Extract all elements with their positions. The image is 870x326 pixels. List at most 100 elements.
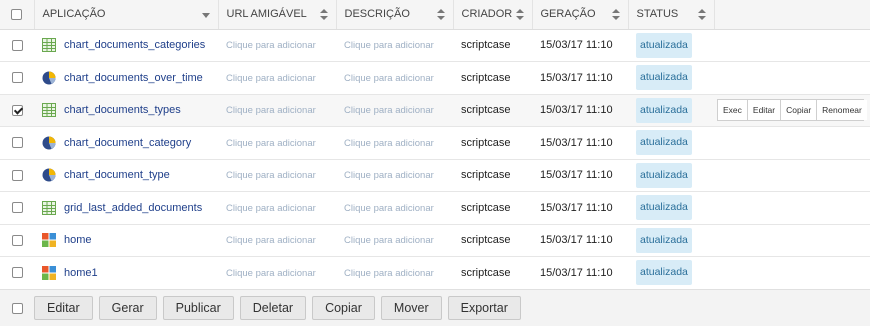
row-checkbox[interactable] — [11, 234, 23, 246]
row-select-cell — [0, 94, 34, 127]
gerar-button[interactable]: Gerar — [98, 296, 157, 320]
application-cell: home — [34, 224, 218, 257]
column-header-creator[interactable]: CRIADOR — [453, 0, 533, 30]
row-select-cell — [0, 61, 34, 95]
table-row[interactable]: home Clique para adicionar Clique para adi… — [0, 224, 870, 257]
status-cell: atualizada — [628, 61, 714, 95]
column-header-generation[interactable]: GERAÇÃO — [532, 0, 629, 30]
copiar-button[interactable]: Copiar — [312, 296, 375, 320]
application-name[interactable]: chart_document_category — [64, 137, 191, 149]
row-checkbox[interactable] — [11, 169, 23, 181]
description-add-link[interactable]: Clique para adicionar — [344, 170, 434, 181]
row-checkbox[interactable] — [11, 72, 23, 84]
deletar-button[interactable]: Deletar — [239, 296, 307, 320]
row-checkbox[interactable] — [11, 104, 23, 116]
status-cell: atualizada — [628, 191, 714, 225]
row-actions-cell — [714, 159, 870, 192]
url-add-link[interactable]: Clique para adicionar — [226, 170, 316, 181]
creator-cell: scriptcase — [453, 191, 532, 225]
description-add-link[interactable]: Clique para adicionar — [344, 105, 434, 116]
table-row[interactable]: home1 Clique para adicionar Clique para ad… — [0, 256, 870, 290]
editar-button[interactable]: Editar — [34, 296, 93, 320]
application-link[interactable]: chart_document_type — [42, 168, 210, 182]
row-action-copiar-button[interactable]: Copiar — [781, 100, 818, 121]
application-link[interactable]: chart_documents_categories — [42, 38, 210, 53]
url-add-link[interactable]: Clique para adicionar — [226, 138, 316, 149]
creator-value: scriptcase — [461, 266, 511, 279]
description-add-link[interactable]: Clique para adicionar — [344, 203, 434, 214]
url-cell: Clique para adicionar — [218, 61, 336, 95]
application-link[interactable]: chart_document_category — [42, 136, 210, 150]
application-link[interactable]: home1 — [42, 265, 210, 280]
chevron-down-icon[interactable] — [201, 13, 210, 18]
sort-icon[interactable] — [319, 9, 328, 21]
creator-value: scriptcase — [461, 201, 511, 214]
table-row[interactable]: chart_document_category Clique para adici… — [0, 126, 870, 160]
sort-icon[interactable] — [697, 9, 706, 21]
table-row[interactable]: chart_documents_types Clique para adicion… — [0, 94, 870, 127]
row-checkbox[interactable] — [11, 267, 23, 279]
column-header-application[interactable]: APLICAÇÃO — [34, 0, 219, 30]
application-name[interactable]: chart_documents_over_time — [64, 72, 203, 84]
status-cell: atualizada — [628, 224, 714, 257]
generation-date: 15/03/17 11:10 — [540, 71, 613, 84]
description-add-link[interactable]: Clique para adicionar — [344, 268, 434, 279]
sort-icon[interactable] — [515, 9, 524, 21]
url-add-link[interactable]: Clique para adicionar — [226, 203, 316, 214]
application-name[interactable]: chart_documents_categories — [64, 39, 205, 51]
creator-value: scriptcase — [461, 39, 511, 52]
publicar-button[interactable]: Publicar — [162, 296, 234, 320]
url-add-link[interactable]: Clique para adicionar — [226, 235, 316, 246]
footer-select-all-checkbox[interactable] — [11, 302, 23, 314]
applications-table: APLICAÇÃO URL AMIGÁVEL DESCRIÇÃO CRIADOR… — [0, 0, 870, 290]
column-header-description[interactable]: DESCRIÇÃO — [336, 0, 454, 30]
sort-icon[interactable] — [436, 9, 445, 21]
application-name[interactable]: chart_document_type — [64, 169, 170, 181]
table-row[interactable]: chart_documents_over_time Clique para adi… — [0, 61, 870, 95]
select-all-checkbox[interactable] — [11, 8, 23, 20]
generation-cell: 15/03/17 11:10 — [532, 224, 628, 257]
application-name[interactable]: home — [64, 234, 92, 246]
generation-cell: 15/03/17 11:10 — [532, 191, 628, 225]
application-link[interactable]: grid_last_added_documents — [42, 200, 210, 215]
row-checkbox[interactable] — [11, 202, 23, 214]
table-row[interactable]: chart_document_type Clique para adicionar… — [0, 159, 870, 192]
application-link[interactable]: home — [42, 233, 210, 248]
application-link[interactable]: chart_documents_types — [42, 103, 210, 118]
row-action-renomear-button[interactable]: Renomear — [817, 100, 867, 121]
application-name[interactable]: home1 — [64, 267, 98, 279]
row-action-exec-button[interactable]: Exec — [718, 100, 748, 121]
column-header-url[interactable]: URL AMIGÁVEL — [218, 0, 337, 30]
row-checkbox[interactable] — [11, 39, 23, 51]
exportar-button[interactable]: Exportar — [447, 296, 521, 320]
row-checkbox[interactable] — [11, 137, 23, 149]
url-add-link[interactable]: Clique para adicionar — [226, 40, 316, 51]
status-badge: atualizada — [636, 65, 692, 91]
description-add-link[interactable]: Clique para adicionar — [344, 235, 434, 246]
column-header-status[interactable]: STATUS — [628, 0, 715, 30]
row-select-cell — [0, 191, 34, 225]
sort-icon[interactable] — [611, 9, 620, 21]
mover-button[interactable]: Mover — [380, 296, 442, 320]
row-actions-cell — [714, 29, 870, 62]
url-add-link[interactable]: Clique para adicionar — [226, 73, 316, 84]
description-cell: Clique para adicionar — [336, 94, 453, 127]
creator-value: scriptcase — [461, 71, 511, 84]
status-cell: atualizada — [628, 29, 714, 62]
application-link[interactable]: chart_documents_over_time — [42, 71, 210, 85]
status-badge: atualizada — [636, 227, 692, 253]
table-row[interactable]: chart_documents_categories Clique para ad… — [0, 29, 870, 62]
description-add-link[interactable]: Clique para adicionar — [344, 138, 434, 149]
application-name[interactable]: chart_documents_types — [64, 104, 181, 116]
url-add-link[interactable]: Clique para adicionar — [226, 268, 316, 279]
application-name[interactable]: grid_last_added_documents — [64, 202, 202, 214]
description-add-link[interactable]: Clique para adicionar — [344, 73, 434, 84]
creator-value: scriptcase — [461, 169, 511, 182]
row-actions-cell — [714, 224, 870, 257]
row-action-editar-button[interactable]: Editar — [747, 100, 782, 121]
table-row[interactable]: grid_last_added_documents Clique para adi… — [0, 191, 870, 225]
application-cell: chart_documents_categories — [34, 29, 218, 62]
status-badge: atualizada — [636, 260, 692, 286]
description-add-link[interactable]: Clique para adicionar — [344, 40, 434, 51]
url-add-link[interactable]: Clique para adicionar — [226, 105, 316, 116]
